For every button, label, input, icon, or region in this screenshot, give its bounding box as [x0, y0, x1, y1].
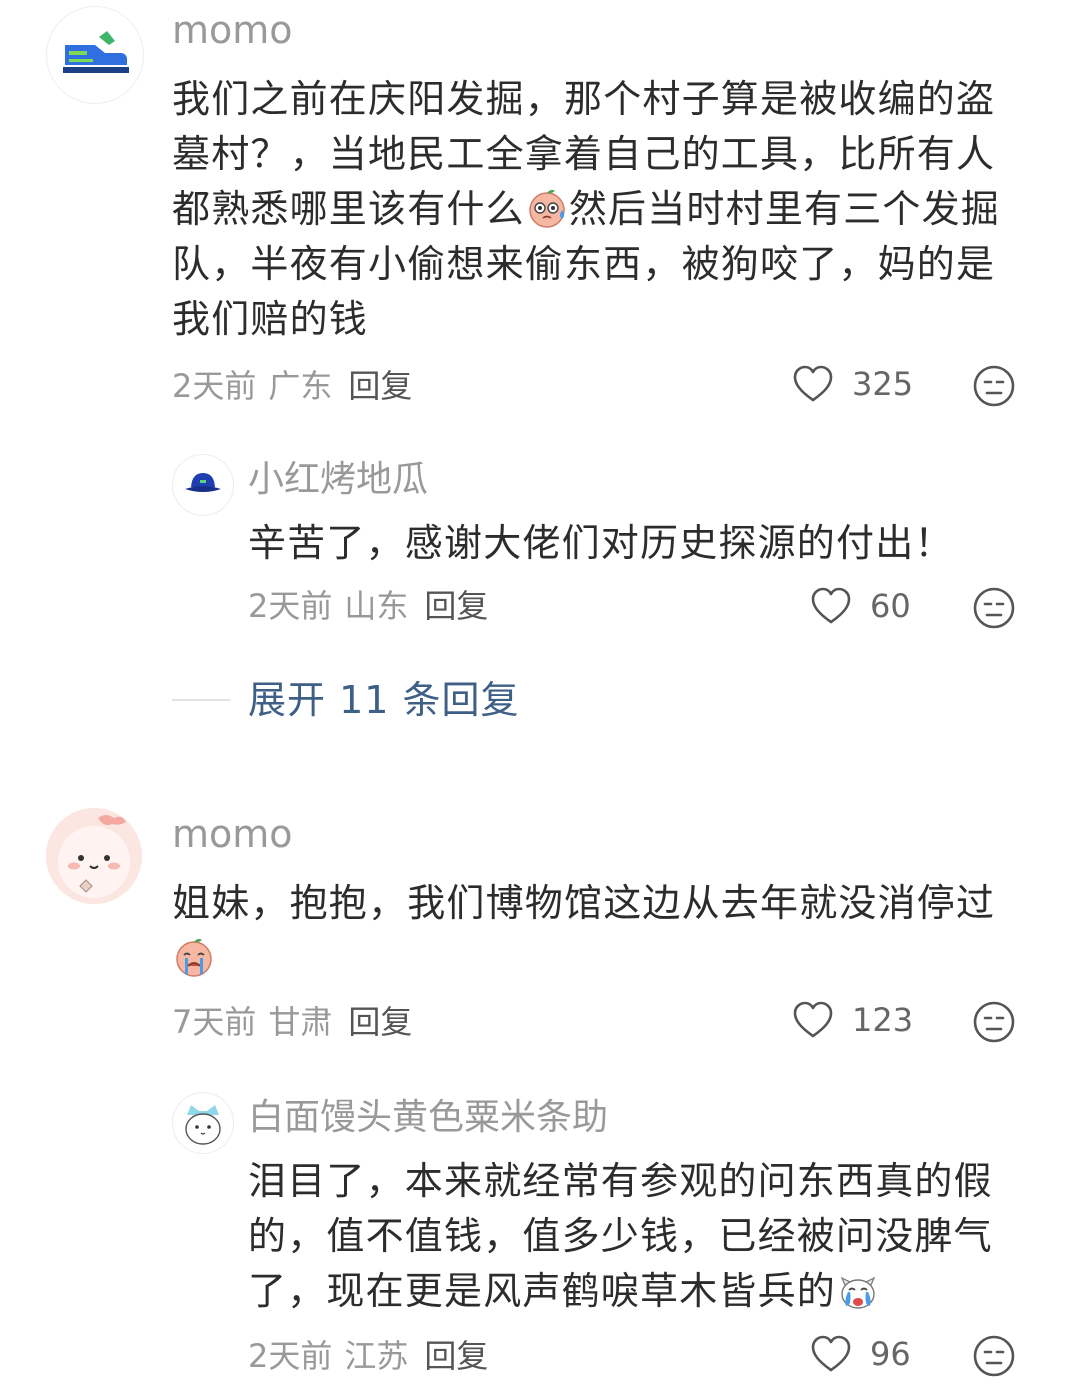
reply-location: 江苏 — [344, 1337, 409, 1375]
expand-replies-button[interactable]: 展开 11 条回复 — [172, 676, 520, 724]
reply-text: 辛苦了，感谢大佬们对历史探源的付出！ — [248, 521, 954, 565]
reply-meta: 2天前 山东 回复 — [248, 586, 488, 626]
reply-text-part: 泪目了，本来就经常有参观的问东西真的假的，值不值钱，值多少钱，已经被问没脾气了，… — [248, 1159, 993, 1313]
reply-username[interactable]: 白面馒头黄色粟米条助 — [248, 1096, 608, 1140]
reply-text: 泪目了，本来就经常有参观的问东西真的假的，值不值钱，值多少钱，已经被问没脾气了，… — [248, 1154, 1038, 1319]
cat-character-icon — [173, 1093, 233, 1153]
dislike-button[interactable] — [972, 1000, 1016, 1044]
comment-text: 我们之前在庆阳发掘，那个村子算是被收编的盗墓村？，当地民工全拿着自己的工具，比所… — [172, 72, 1032, 347]
reply-button[interactable]: 回复 — [348, 367, 412, 405]
comment-meta: 2天前 广东 回复 — [172, 366, 412, 406]
like-count: 96 — [870, 1335, 911, 1373]
like-button[interactable]: 123 — [792, 1000, 913, 1040]
comment-text: 姐妹，抱抱，我们博物馆这边从去年就没消停过 — [172, 876, 1032, 986]
reply-meta: 2天前 江苏 回复 — [248, 1336, 488, 1376]
neutral-face-icon — [973, 587, 1015, 629]
crying-peach-emoji — [172, 935, 216, 979]
expand-replies-label: 展开 11 条回复 — [248, 678, 520, 722]
comment-location: 广东 — [268, 367, 333, 405]
reply-username[interactable]: 小红烤地瓜 — [248, 458, 428, 502]
heart-icon — [811, 587, 851, 624]
comment-location: 甘肃 — [268, 1003, 333, 1041]
comment-time: 2天前 — [172, 367, 257, 405]
avatar[interactable] — [172, 1092, 234, 1154]
dislike-button[interactable] — [972, 586, 1016, 630]
bucket-hat-icon — [173, 455, 233, 515]
like-count: 325 — [852, 365, 914, 403]
heart-icon — [793, 1001, 833, 1038]
crying-dog-emoji — [836, 1268, 880, 1312]
divider — [172, 699, 230, 701]
comment-username[interactable]: momo — [172, 8, 293, 52]
reply-button[interactable]: 回复 — [424, 1337, 488, 1375]
neutral-face-icon — [973, 1001, 1015, 1043]
dislike-button[interactable] — [972, 364, 1016, 408]
avatar[interactable] — [46, 808, 142, 904]
like-count: 60 — [870, 587, 911, 625]
neutral-face-icon — [973, 1335, 1015, 1377]
like-button[interactable]: 325 — [792, 364, 913, 404]
heart-icon — [793, 365, 833, 402]
avatar[interactable] — [172, 454, 234, 516]
sweat-peach-emoji — [525, 186, 569, 230]
reply-location: 山东 — [344, 587, 409, 625]
like-button[interactable]: 60 — [810, 586, 911, 626]
comment-username[interactable]: momo — [172, 812, 293, 856]
pink-character-icon — [46, 808, 142, 904]
reply-time: 2天前 — [248, 587, 333, 625]
sneaker-icon — [48, 8, 142, 102]
comment-meta: 7天前 甘肃 回复 — [172, 1002, 412, 1042]
like-button[interactable]: 96 — [810, 1334, 911, 1374]
heart-icon — [811, 1335, 851, 1372]
dislike-button[interactable] — [972, 1334, 1016, 1378]
reply-button[interactable]: 回复 — [348, 1003, 412, 1041]
reply-button[interactable]: 回复 — [424, 587, 488, 625]
comment-time: 7天前 — [172, 1003, 257, 1041]
reply-time: 2天前 — [248, 1337, 333, 1375]
comment-text-part: 姐妹，抱抱，我们博物馆这边从去年就没消停过 — [172, 881, 996, 925]
like-count: 123 — [852, 1001, 914, 1039]
neutral-face-icon — [973, 365, 1015, 407]
avatar[interactable] — [46, 6, 144, 104]
